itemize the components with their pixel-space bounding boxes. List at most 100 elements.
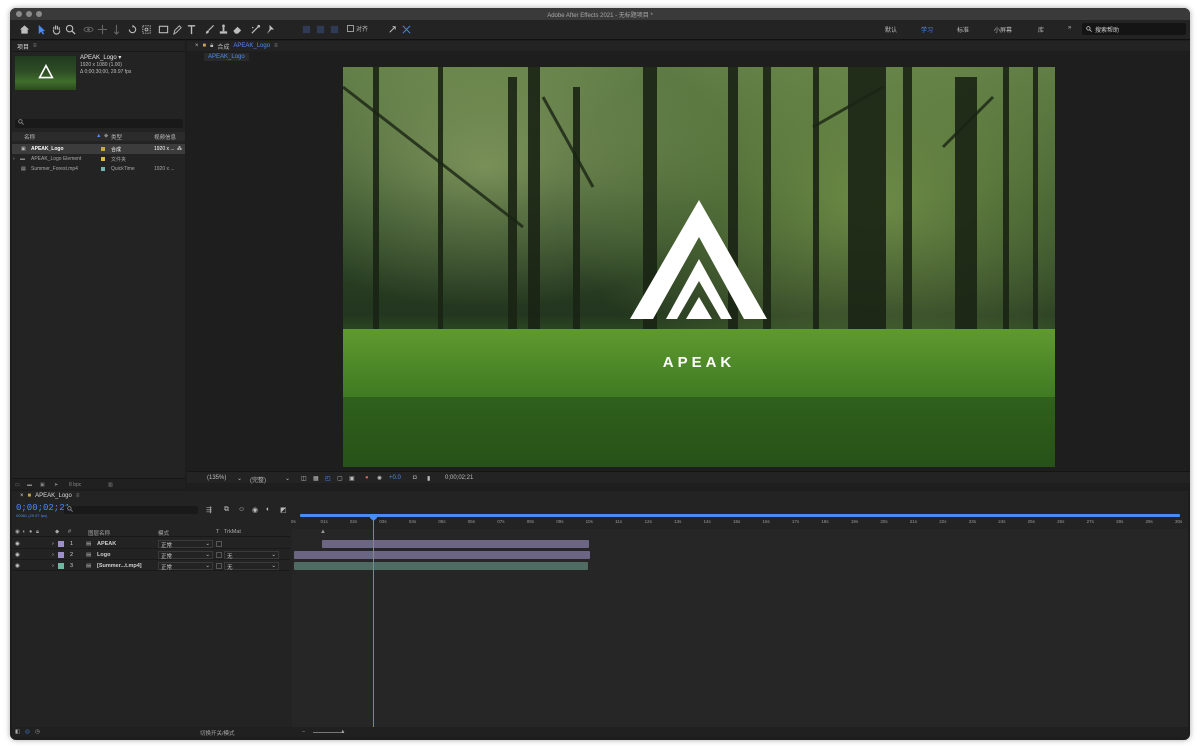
chevron-right-icon[interactable]: ›	[52, 552, 54, 558]
lock-icon[interactable]: 🔒︎	[210, 43, 213, 50]
layer-bar-apeak[interactable]	[322, 540, 589, 548]
project-search-input[interactable]	[15, 119, 183, 128]
graph-editor-icon[interactable]: ◩	[280, 506, 287, 514]
roto-brush-tool-icon[interactable]	[249, 23, 261, 35]
work-area-bar[interactable]	[300, 514, 1180, 517]
dolly-camera-icon[interactable]	[110, 23, 122, 35]
resolution-dropdown[interactable]: (完整)	[250, 475, 266, 484]
exposure-value[interactable]: +0.0	[389, 475, 401, 481]
timeline-tab-name[interactable]: APEAK_Logo	[35, 493, 72, 499]
selected-item-name[interactable]: APEAK_Logo ▾	[80, 55, 131, 62]
transparency-grid-icon[interactable]: ▦	[313, 475, 319, 482]
local-axis-icon[interactable]	[300, 23, 312, 35]
chevron-down-icon[interactable]: ⌄	[237, 475, 242, 482]
time-zoom-slider[interactable]	[313, 732, 341, 733]
eraser-tool-icon[interactable]	[231, 23, 243, 35]
lock-toggle-icon[interactable]: 🔒︎	[36, 529, 39, 536]
layer-bar-footage[interactable]	[294, 562, 588, 570]
eye-icon[interactable]: ◉	[15, 541, 20, 547]
panel-menu-icon[interactable]: ≡	[33, 43, 37, 49]
pan-camera-icon[interactable]	[96, 23, 108, 35]
time-ruler[interactable]: 0s 01s 02s 03s 04s 05s 06s 07s 08s 09s 10s 11s 12s 13…	[291, 501, 1188, 529]
anchor-point-tool-icon[interactable]	[140, 23, 152, 35]
trkmat-dropdown[interactable]: 无 ⌄	[224, 551, 279, 560]
flowchart-icon[interactable]: ⁂	[177, 146, 182, 152]
eye-icon[interactable]: ◉	[15, 552, 20, 558]
video-toggle-icon[interactable]: ◉	[15, 529, 20, 535]
comp-flowchart-icon[interactable]: ⇶	[206, 506, 212, 514]
preserve-transparency-checkbox[interactable]	[216, 563, 222, 569]
workspace-tab-small-screen[interactable]: 小屏幕	[994, 25, 1012, 34]
label-color-swatch[interactable]	[58, 552, 64, 558]
layer-name[interactable]: APEAK	[97, 541, 116, 547]
trkmat-dropdown[interactable]: 无 ⌄	[224, 562, 279, 571]
type-tool-icon[interactable]	[185, 23, 197, 35]
snap-toggle[interactable]: 对齐	[347, 24, 368, 33]
new-composition-icon[interactable]: ▣	[40, 482, 45, 488]
rectangle-tool-icon[interactable]	[157, 23, 169, 35]
label-column-icon[interactable]: ◆	[104, 133, 108, 139]
bit-depth-button[interactable]: 8 bpc	[69, 482, 81, 488]
view-axis-icon[interactable]	[328, 23, 340, 35]
color-channel-icon[interactable]: ●	[365, 475, 369, 481]
frame-blending-icon[interactable]: ◉	[252, 506, 258, 514]
layer-bar-logo[interactable]	[294, 551, 590, 559]
selection-tool-icon[interactable]	[35, 23, 47, 35]
rotation-tool-icon[interactable]	[126, 23, 138, 35]
layer-name[interactable]: Logo	[97, 552, 110, 558]
column-info[interactable]: 视频信息	[154, 133, 176, 141]
snap-options-icon[interactable]	[386, 23, 398, 35]
composition-viewer[interactable]: APEAK	[343, 67, 1055, 467]
label-color-swatch[interactable]	[58, 541, 64, 547]
project-item-row[interactable]: › ▬ APEAK_Logo Element 文件夹	[12, 154, 185, 164]
help-search-input[interactable]: 搜索帮助	[1082, 23, 1186, 35]
column-trkmat[interactable]: TrkMat	[224, 529, 241, 535]
panel-menu-icon[interactable]: ≡	[76, 493, 80, 499]
zoom-window-button[interactable]	[36, 11, 42, 17]
show-snapshot-icon[interactable]: ▮	[427, 475, 430, 482]
project-settings-icon[interactable]: ➤	[54, 482, 58, 488]
comp-tab-name[interactable]: APEAK_Logo	[233, 43, 270, 49]
column-layer-name[interactable]: 图层名称	[88, 529, 110, 537]
delete-icon[interactable]: ▥	[108, 482, 113, 488]
label-color-swatch[interactable]	[58, 563, 64, 569]
exposure-icon[interactable]: ✺	[377, 475, 382, 482]
clone-stamp-tool-icon[interactable]	[217, 23, 229, 35]
layer-row[interactable]: ◉ › 1 ▤ APEAK 正常 ⌄	[12, 539, 290, 549]
workspace-tab-standard[interactable]: 标准	[957, 25, 969, 34]
world-axis-icon[interactable]	[314, 23, 326, 35]
timeline-current-time[interactable]: 0;00;02;21	[16, 503, 70, 513]
puppet-pin-tool-icon[interactable]	[263, 23, 275, 35]
label-column-icon[interactable]: ◆	[55, 529, 59, 535]
column-mode[interactable]: 模式	[158, 529, 169, 537]
column-name[interactable]: 名称	[24, 133, 35, 141]
layer-row[interactable]: ◉ › 2 ▤ Logo 正常 ⌄ 无 ⌄	[12, 550, 290, 560]
layer-row[interactable]: ◉ › 3 ▤ [Summer...t.mp4] 正常 ⌄ 无 ⌄	[12, 561, 290, 571]
interpret-footage-icon[interactable]: ▭	[15, 482, 20, 488]
mask-visibility-icon[interactable]: ◰	[325, 475, 331, 482]
zoom-out-icon[interactable]: −	[302, 729, 305, 735]
home-icon[interactable]	[18, 23, 30, 35]
workspace-tab-default[interactable]: 默认	[885, 25, 897, 34]
chevron-right-icon[interactable]: ›	[13, 156, 15, 162]
project-item-row[interactable]: ▣ APEAK_Logo 合成 1920 x ... ⁂	[12, 144, 185, 154]
chevron-right-icon[interactable]: ›	[52, 563, 54, 569]
snapshot-camera-icon[interactable]: ◘	[413, 475, 417, 481]
zoom-tool-icon[interactable]	[64, 23, 76, 35]
close-tab-icon[interactable]: ×	[195, 43, 199, 49]
shy-layers-icon[interactable]: ☺	[238, 506, 245, 513]
preserve-transparency-checkbox[interactable]	[216, 552, 222, 558]
zoom-dropdown[interactable]: (135%)	[207, 475, 226, 481]
close-window-button[interactable]	[16, 11, 22, 17]
project-panel-title[interactable]: 项目	[17, 42, 29, 51]
zoom-in-icon[interactable]: ▲	[340, 729, 345, 735]
motion-blur-icon[interactable]: ◐	[266, 506, 270, 513]
layer-mode-dropdown[interactable]: 正常 ⌄	[158, 562, 213, 571]
new-folder-icon[interactable]: ▬	[27, 482, 32, 488]
layer-search-input[interactable]	[64, 506, 198, 514]
audio-toggle-icon[interactable]: ◖	[22, 529, 25, 535]
workspaces-more-button[interactable]: »	[1068, 25, 1071, 31]
layer-switches-icon[interactable]: ◧	[15, 729, 20, 735]
solo-toggle-icon[interactable]: ●	[29, 529, 32, 535]
layer-name[interactable]: [Summer...t.mp4]	[97, 563, 142, 569]
